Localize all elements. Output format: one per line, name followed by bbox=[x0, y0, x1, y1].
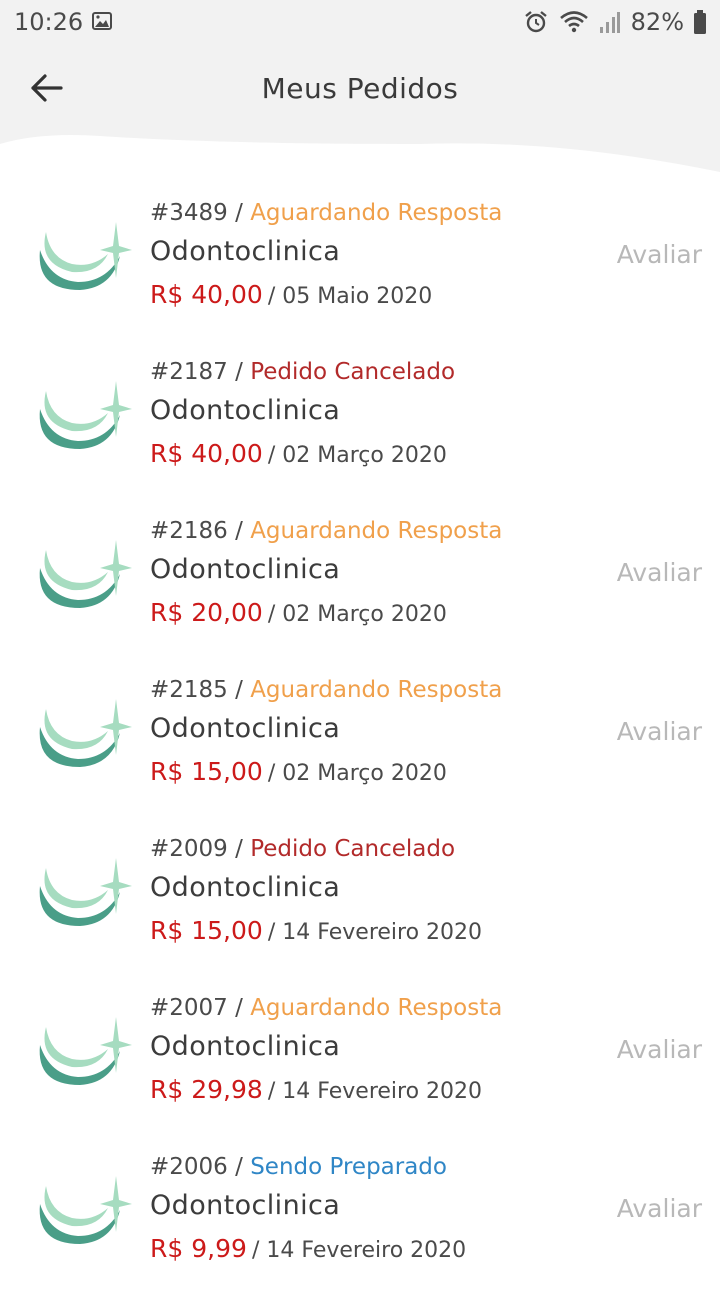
order-date: / 14 Fevereiro 2020 bbox=[267, 920, 483, 945]
order-header: #2006 / Sendo Preparado bbox=[150, 1154, 447, 1180]
order-number: #2009 bbox=[150, 836, 228, 862]
order-price: R$ 20,00 bbox=[150, 598, 263, 627]
order-date: / 14 Fevereiro 2020 bbox=[251, 1238, 467, 1263]
page-title: Meus Pedidos bbox=[261, 72, 459, 105]
order-header: #3489 / Aguardando Resposta bbox=[150, 200, 502, 226]
status-icons: 82% bbox=[523, 8, 706, 36]
order-price: R$ 29,98 bbox=[150, 1075, 263, 1104]
order-item[interactable]: #2007 / Aguardando Resposta Odontoclinic… bbox=[0, 981, 720, 1140]
order-summary: R$ 40,00 / 05 Maio 2020 bbox=[150, 280, 432, 309]
order-status: Aguardando Resposta bbox=[250, 200, 503, 226]
separator: / bbox=[235, 677, 251, 703]
clinic-logo-icon bbox=[39, 858, 132, 926]
header-wave-background bbox=[0, 44, 720, 172]
order-summary: R$ 15,00 / 02 Março 2020 bbox=[150, 757, 447, 786]
order-number: #2006 bbox=[150, 1154, 228, 1180]
clinic-name: Odontoclinica bbox=[150, 554, 341, 585]
order-number: #2007 bbox=[150, 995, 228, 1021]
order-item[interactable]: #2009 / Pedido Cancelado Odontoclinica R… bbox=[0, 822, 720, 981]
gallery-notification-icon bbox=[92, 12, 112, 30]
clinic-logo-icon bbox=[39, 699, 132, 767]
order-status: Pedido Cancelado bbox=[250, 359, 456, 385]
battery-icon bbox=[694, 10, 706, 34]
clinic-logo-icon bbox=[39, 1176, 132, 1244]
clinic-logo-icon bbox=[39, 222, 132, 290]
clinic-name: Odontoclinica bbox=[150, 1190, 341, 1221]
status-time: 10:26 bbox=[14, 8, 84, 36]
order-summary: R$ 40,00 / 02 Março 2020 bbox=[150, 439, 447, 468]
separator: / bbox=[235, 518, 251, 544]
order-item[interactable]: #2006 / Sendo Preparado Odontoclinica R$… bbox=[0, 1140, 720, 1299]
order-summary: R$ 15,00 / 14 Fevereiro 2020 bbox=[150, 916, 482, 945]
order-price: R$ 15,00 bbox=[150, 757, 263, 786]
order-status: Aguardando Resposta bbox=[250, 518, 503, 544]
separator: / bbox=[235, 200, 251, 226]
rate-button[interactable]: Avaliar bbox=[617, 558, 702, 587]
rate-button[interactable]: Avaliar bbox=[617, 717, 702, 746]
orders-list: #3489 / Aguardando Resposta Odontoclinic… bbox=[0, 186, 720, 1299]
clinic-logo-icon bbox=[39, 1017, 132, 1085]
order-date: / 14 Fevereiro 2020 bbox=[267, 1079, 483, 1104]
order-summary: R$ 9,99 / 14 Fevereiro 2020 bbox=[150, 1234, 466, 1263]
order-status: Aguardando Resposta bbox=[250, 995, 503, 1021]
order-item[interactable]: #2186 / Aguardando Resposta Odontoclinic… bbox=[0, 504, 720, 663]
clinic-name: Odontoclinica bbox=[150, 1031, 341, 1062]
clinic-name: Odontoclinica bbox=[150, 713, 341, 744]
clinic-logo-icon bbox=[39, 540, 132, 608]
order-price: R$ 15,00 bbox=[150, 916, 263, 945]
separator: / bbox=[235, 995, 251, 1021]
order-summary: R$ 29,98 / 14 Fevereiro 2020 bbox=[150, 1075, 482, 1104]
order-item[interactable]: #3489 / Aguardando Resposta Odontoclinic… bbox=[0, 186, 720, 345]
order-number: #3489 bbox=[150, 200, 228, 226]
order-header: #2185 / Aguardando Resposta bbox=[150, 677, 502, 703]
separator: / bbox=[235, 359, 251, 385]
order-number: #2186 bbox=[150, 518, 228, 544]
order-date: / 02 Março 2020 bbox=[267, 443, 447, 468]
clinic-logo-icon bbox=[39, 381, 132, 449]
order-summary: R$ 20,00 / 02 Março 2020 bbox=[150, 598, 447, 627]
order-header: #2186 / Aguardando Resposta bbox=[150, 518, 502, 544]
order-number: #2185 bbox=[150, 677, 228, 703]
clinic-name: Odontoclinica bbox=[150, 236, 341, 267]
order-status: Pedido Cancelado bbox=[250, 836, 456, 862]
clinic-name: Odontoclinica bbox=[150, 395, 341, 426]
order-price: R$ 9,99 bbox=[150, 1234, 247, 1263]
status-bar: 10:26 82% bbox=[0, 0, 720, 44]
rate-button[interactable]: Avaliar bbox=[617, 1035, 702, 1064]
battery-percentage: 82% bbox=[630, 8, 684, 36]
wifi-icon bbox=[559, 11, 588, 33]
clinic-name: Odontoclinica bbox=[150, 872, 341, 903]
order-status: Aguardando Resposta bbox=[250, 677, 503, 703]
order-item[interactable]: #2185 / Aguardando Resposta Odontoclinic… bbox=[0, 663, 720, 822]
order-status: Sendo Preparado bbox=[250, 1154, 447, 1180]
order-header: #2009 / Pedido Cancelado bbox=[150, 836, 455, 862]
order-price: R$ 40,00 bbox=[150, 280, 263, 309]
order-header: #2187 / Pedido Cancelado bbox=[150, 359, 455, 385]
order-date: / 05 Maio 2020 bbox=[267, 284, 433, 309]
order-header: #2007 / Aguardando Resposta bbox=[150, 995, 502, 1021]
order-item[interactable]: #2187 / Pedido Cancelado Odontoclinica R… bbox=[0, 345, 720, 504]
alarm-icon bbox=[524, 11, 547, 33]
rate-button[interactable]: Avaliar bbox=[617, 1194, 702, 1223]
order-date: / 02 Março 2020 bbox=[267, 761, 447, 786]
signal-icon bbox=[599, 12, 620, 33]
app-header: Meus Pedidos bbox=[0, 44, 720, 184]
separator: / bbox=[235, 1154, 251, 1180]
rate-button[interactable]: Avaliar bbox=[617, 240, 702, 269]
separator: / bbox=[235, 836, 251, 862]
order-number: #2187 bbox=[150, 359, 228, 385]
order-date: / 02 Março 2020 bbox=[267, 602, 447, 627]
order-price: R$ 40,00 bbox=[150, 439, 263, 468]
